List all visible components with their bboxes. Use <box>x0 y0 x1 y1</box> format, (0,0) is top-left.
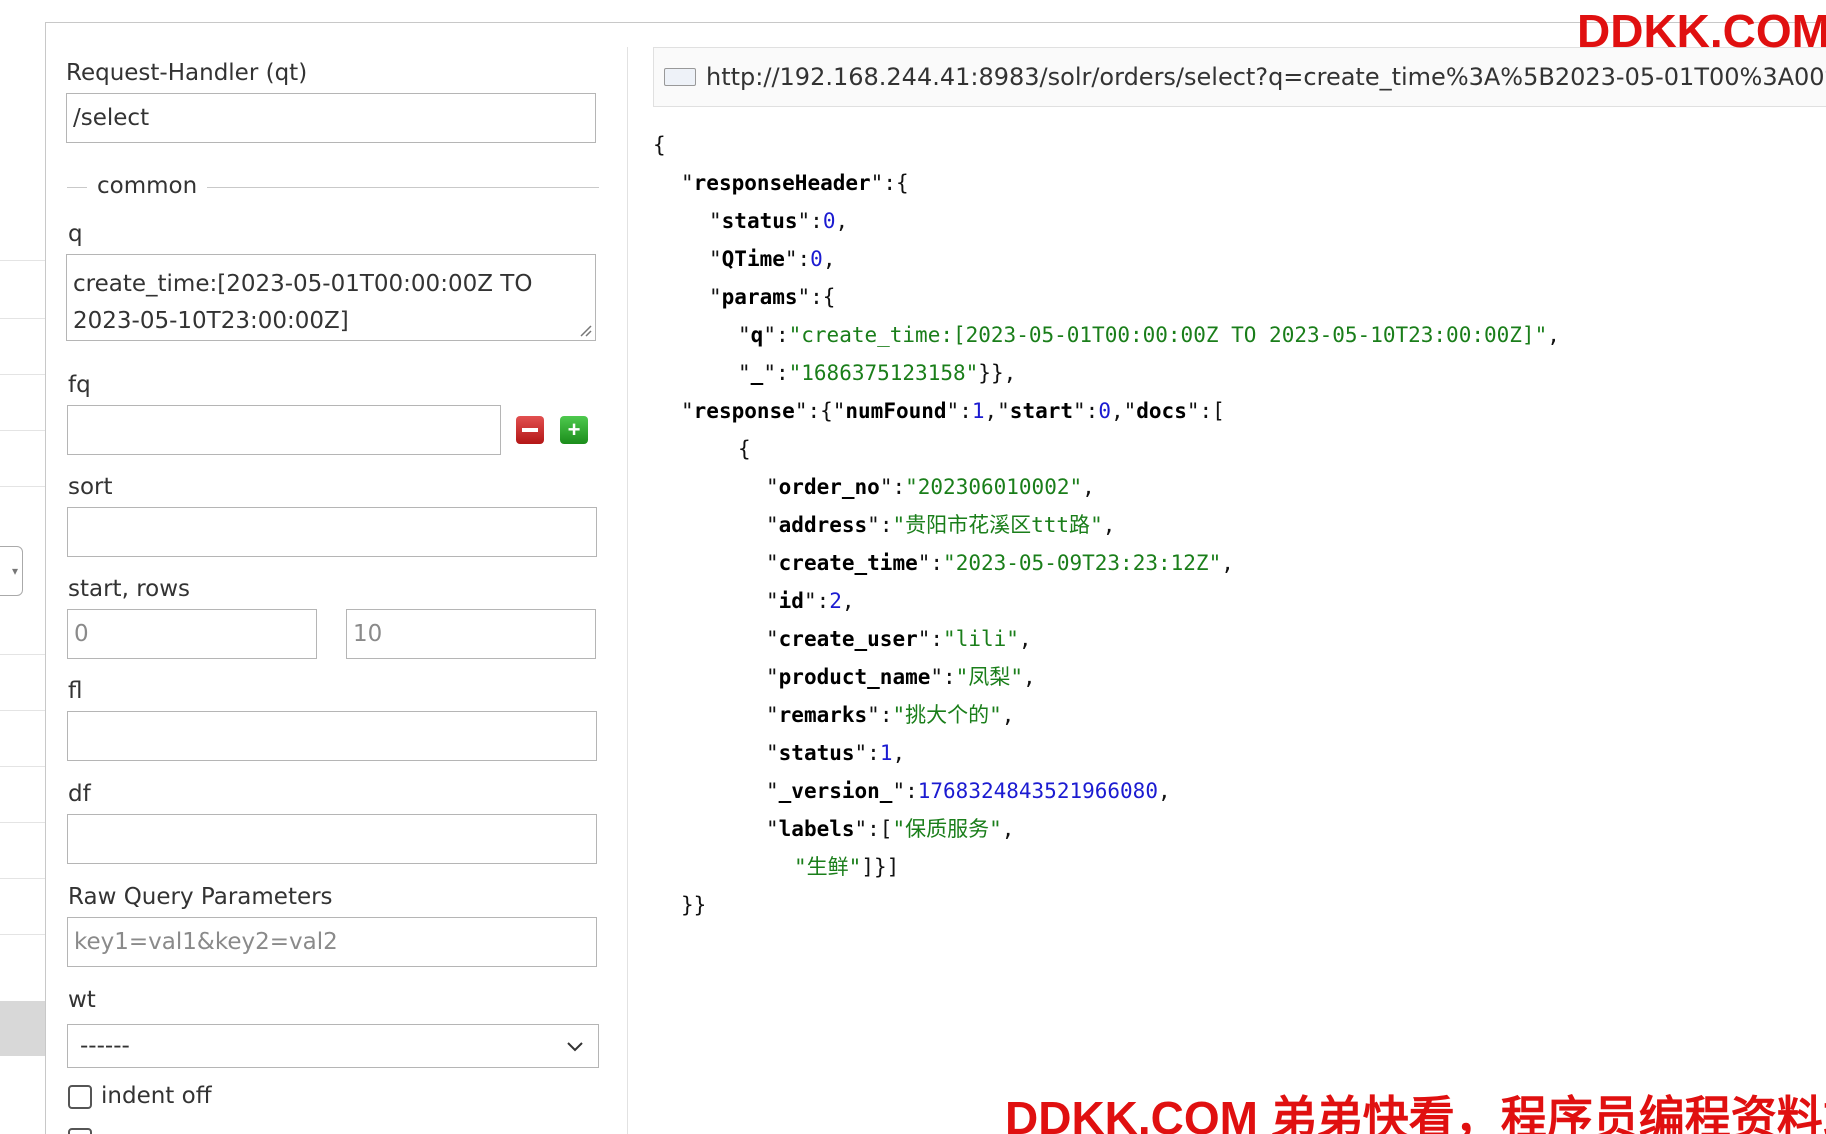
rows-input[interactable]: 10 <box>346 609 596 659</box>
df-label: df <box>68 781 91 807</box>
sort-label: sort <box>68 474 113 500</box>
request-handler-input[interactable]: /select <box>66 93 596 143</box>
request-handler-value: /select <box>73 105 150 131</box>
json-line: "生鲜"]}] <box>794 855 900 879</box>
json-line: "create_time":"2023-05-09T23:23:12Z", <box>766 551 1234 575</box>
json-line: "response":{"numFound":1,"start":0,"docs… <box>681 399 1225 423</box>
chevron-down-icon <box>567 1042 583 1052</box>
plus-icon: + <box>567 417 581 442</box>
fq-label: fq <box>68 372 91 398</box>
raw-query-input[interactable]: key1=val1&key2=val2 <box>67 917 597 967</box>
json-response: { "responseHeader":{ "status":0, "QTime"… <box>653 130 1560 1134</box>
watermark-bottom: DDKK.COM 弟弟快看，程序员编程资料站 <box>1005 1092 1826 1134</box>
q-label: q <box>68 221 83 247</box>
pane-divider <box>627 47 628 1134</box>
nav-divider <box>0 878 45 879</box>
remove-fq-button[interactable] <box>516 416 544 444</box>
fl-label: fl <box>68 678 83 704</box>
next-checkbox[interactable] <box>68 1128 92 1134</box>
json-line: { <box>653 133 666 157</box>
nav-divider <box>0 654 45 655</box>
q-value-line-1: create_time:[2023-05-01T00:00:00Z TO <box>73 271 533 297</box>
core-selector[interactable]: ▾ <box>0 546 23 596</box>
indent-label: indent off <box>101 1083 212 1109</box>
start-rows-label: start, rows <box>68 576 191 602</box>
nav-divider <box>0 766 45 767</box>
rows-value: 10 <box>353 621 383 647</box>
indent-checkbox[interactable] <box>68 1085 92 1109</box>
resize-grip-icon[interactable] <box>578 323 592 337</box>
url-type-icon <box>664 68 696 86</box>
nav-divider <box>0 486 45 487</box>
fq-input[interactable] <box>67 405 501 455</box>
nav-divider <box>0 430 45 431</box>
raw-query-label: Raw Query Parameters <box>68 884 333 910</box>
json-line: "remarks":"挑大个的", <box>766 703 1015 727</box>
json-line: "status":0, <box>709 209 849 233</box>
nav-divider <box>0 260 45 261</box>
json-line: }} <box>681 893 707 917</box>
wt-selected: ------ <box>80 1033 130 1059</box>
df-input[interactable] <box>67 814 597 864</box>
json-line: { <box>738 437 751 461</box>
raw-query-placeholder: key1=val1&key2=val2 <box>74 929 338 955</box>
common-legend-label: common <box>97 173 198 199</box>
nav-item-query-selected[interactable] <box>0 1001 45 1056</box>
nav-divider <box>0 318 45 319</box>
nav-divider <box>0 822 45 823</box>
nav-divider <box>0 374 45 375</box>
json-line: "_version_":1768324843521966080, <box>766 779 1171 803</box>
nav-divider <box>0 710 45 711</box>
q-value-line-2: 2023-05-10T23:00:00Z] <box>73 307 349 334</box>
json-line: "q":"create_time:[2023-05-01T00:00:00Z T… <box>738 323 1560 347</box>
start-value: 0 <box>74 621 89 647</box>
json-line: "_":"1686375123158"}}, <box>738 361 1017 385</box>
minus-icon <box>522 428 538 432</box>
json-line: "create_user":"lili", <box>766 627 1032 651</box>
legend-line <box>67 187 87 188</box>
json-line: "status":1, <box>766 741 906 765</box>
json-line: "address":"贵阳市花溪区ttt路", <box>766 513 1116 537</box>
request-handler-label: Request-Handler (qt) <box>66 60 308 86</box>
json-line: "QTime":0, <box>709 247 836 271</box>
chevron-icon: ▾ <box>11 564 18 578</box>
start-input[interactable]: 0 <box>67 609 317 659</box>
common-fieldset-legend: common <box>67 173 599 199</box>
sort-input[interactable] <box>67 507 597 557</box>
json-line: "labels":["保质服务", <box>766 817 1015 841</box>
json-line: "order_no":"202306010002", <box>766 475 1095 499</box>
wt-select[interactable]: ------ <box>67 1024 599 1068</box>
json-line: "id":2, <box>766 589 855 613</box>
json-line: "params":{ <box>709 285 836 309</box>
add-fq-button[interactable]: + <box>560 416 588 444</box>
fl-input[interactable] <box>67 711 597 761</box>
json-line: "responseHeader":{ <box>681 171 909 195</box>
wt-label: wt <box>68 987 96 1013</box>
q-textarea[interactable]: create_time:[2023-05-01T00:00:00Z TO 202… <box>66 254 596 341</box>
json-line: "product_name":"凤梨", <box>766 665 1036 689</box>
request-url[interactable]: http://192.168.244.41:8983/solr/orders/s… <box>706 63 1826 91</box>
legend-line <box>207 187 599 188</box>
watermark-top: DDKK.COM <box>1577 5 1826 57</box>
left-nav-strip: ▾ <box>0 0 45 1134</box>
nav-divider <box>0 934 45 935</box>
